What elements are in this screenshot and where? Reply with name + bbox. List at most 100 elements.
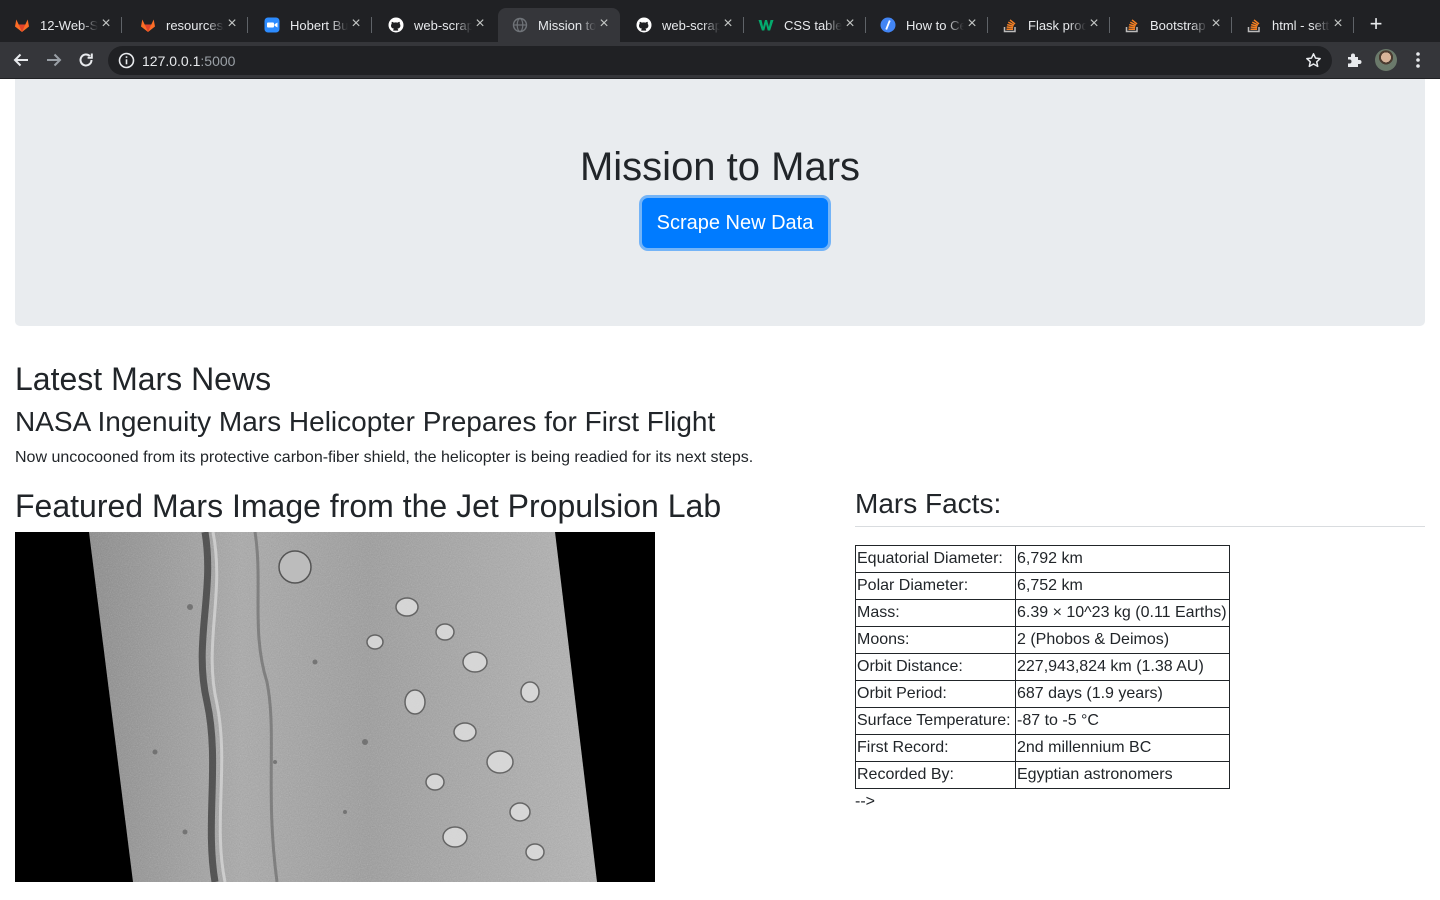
close-tab-icon[interactable]: × xyxy=(1208,16,1224,32)
tab-title: resources/ xyxy=(166,17,224,33)
browser-tab[interactable]: Flask prod × xyxy=(988,8,1110,42)
gitlab-icon xyxy=(140,17,156,33)
close-tab-icon[interactable]: × xyxy=(98,16,114,32)
scrape-new-data-button[interactable]: Scrape New Data xyxy=(642,198,828,248)
browser-tab[interactable]: 12-Web-Scraping× xyxy=(0,8,122,42)
facts-divider xyxy=(855,526,1425,527)
fact-label: Orbit Period: xyxy=(855,680,1016,708)
stackoverflow-icon xyxy=(1002,17,1018,33)
tab-title: Flask prod xyxy=(1028,17,1086,33)
fact-label: Recorded By: xyxy=(855,761,1016,789)
browser-tab[interactable]: web-scraping× xyxy=(374,8,496,42)
browser-tab[interactable]: resources/× xyxy=(126,8,248,42)
back-icon[interactable] xyxy=(9,48,33,72)
news-headline: NASA Ingenuity Mars Helicopter Prepares … xyxy=(15,406,716,437)
profile-avatar[interactable] xyxy=(1375,49,1397,71)
fact-value: 687 days (1.9 years) xyxy=(1015,680,1230,708)
featured-image-heading: Featured Mars Image from the Jet Propuls… xyxy=(15,488,722,524)
close-tab-icon[interactable]: × xyxy=(720,16,736,32)
fact-value: 6,752 km xyxy=(1015,572,1230,600)
fact-value: 6.39 × 10^23 kg (0.11 Earths) xyxy=(1015,599,1230,627)
address-bar[interactable]: 127.0.0.1:5000 xyxy=(108,46,1332,75)
fact-label: Equatorial Diameter: xyxy=(855,545,1016,573)
url-port: :5000 xyxy=(200,53,236,69)
tab-title: Mission to Mars xyxy=(538,17,596,33)
table-row: Moons: 2 (Phobos & Deimos) xyxy=(855,626,1230,654)
fact-label: First Record: xyxy=(855,734,1016,762)
tab-title: CSS table xyxy=(784,17,842,33)
url-text: 127.0.0.1:5000 xyxy=(142,53,235,69)
tab-strip: 12-Web-Scraping×resources/×Hobert Bu×web… xyxy=(0,0,1440,42)
tab-separator xyxy=(371,17,372,33)
github-icon xyxy=(636,17,652,33)
extensions-puzzle-icon[interactable] xyxy=(1344,51,1364,71)
reload-icon[interactable] xyxy=(74,48,98,72)
fact-label: Surface Temperature: xyxy=(855,707,1016,735)
w3schools-icon xyxy=(758,17,774,33)
fact-value: 2 (Phobos & Deimos) xyxy=(1015,626,1230,654)
mars-facts-table: Equatorial Diameter: 6,792 km Polar Diamet… xyxy=(855,545,1230,789)
tab-title: web-scraping xyxy=(414,17,472,33)
zoom-icon xyxy=(264,17,280,33)
browser-toolbar: 127.0.0.1:5000 xyxy=(0,42,1440,79)
close-tab-icon[interactable]: × xyxy=(348,16,364,32)
browser-tab[interactable]: How to Ce × xyxy=(866,8,988,42)
gitlab-icon xyxy=(14,17,30,33)
fact-value: 6,792 km xyxy=(1015,545,1230,573)
table-row: Orbit Period: 687 days (1.9 years) xyxy=(855,680,1230,708)
fact-value: 227,943,824 km (1.38 AU) xyxy=(1015,653,1230,681)
table-row: Mass: 6.39 × 10^23 kg (0.11 Earths) xyxy=(855,599,1230,627)
tab-separator xyxy=(247,17,248,33)
table-row: Surface Temperature: -87 to -5 °C xyxy=(855,707,1230,735)
stray-comment-text: --> xyxy=(855,793,875,810)
table-row: First Record: 2nd millennium BC xyxy=(855,734,1230,762)
browser-tab[interactable]: web-scraping× xyxy=(622,8,744,42)
fact-label: Moons: xyxy=(855,626,1016,654)
bookmark-star-icon[interactable] xyxy=(1305,52,1322,69)
fact-label: Polar Diameter: xyxy=(855,572,1016,600)
devsite-icon xyxy=(880,17,896,33)
browser-menu-icon[interactable] xyxy=(1410,50,1426,70)
latest-news-heading: Latest Mars News xyxy=(15,361,272,397)
tab-title: html - setti xyxy=(1272,17,1330,33)
tab-title: How to Ce xyxy=(906,17,964,33)
hero-jumbotron: Mission to Mars Scrape New Data xyxy=(15,79,1425,326)
featured-mars-image xyxy=(15,532,655,882)
table-row: Polar Diameter: 6,752 km xyxy=(855,572,1230,600)
tab-title: Hobert Bu xyxy=(290,17,348,33)
tab-title: Bootstrap xyxy=(1150,17,1206,33)
news-teaser: Now uncocooned from its protective carbo… xyxy=(15,449,754,466)
close-tab-icon[interactable]: × xyxy=(596,16,612,32)
browser-tab[interactable]: Bootstrap × xyxy=(1110,8,1232,42)
stackoverflow-icon xyxy=(1124,17,1140,33)
table-row: Orbit Distance: 227,943,824 km (1.38 AU) xyxy=(855,653,1230,681)
close-tab-icon[interactable]: × xyxy=(842,16,858,32)
close-tab-icon[interactable]: × xyxy=(472,16,488,32)
globe-icon xyxy=(512,17,528,33)
tab-title: 12-Web-Scraping xyxy=(40,17,98,33)
fact-value: 2nd millennium BC xyxy=(1015,734,1230,762)
fact-value: Egyptian astronomers xyxy=(1015,761,1230,789)
table-row: Recorded By: Egyptian astronomers xyxy=(855,761,1230,789)
close-tab-icon[interactable]: × xyxy=(1330,16,1346,32)
table-row: Equatorial Diameter: 6,792 km xyxy=(855,545,1230,573)
info-icon[interactable] xyxy=(118,52,135,69)
stackoverflow-icon xyxy=(1246,17,1262,33)
fact-label: Orbit Distance: xyxy=(855,653,1016,681)
fact-label: Mass: xyxy=(855,599,1016,627)
browser-tab[interactable]: html - setti × xyxy=(1232,8,1354,42)
browser-tab[interactable]: Hobert Bu × xyxy=(250,8,372,42)
browser-tab[interactable]: Mission to Mars× xyxy=(498,8,620,42)
close-tab-icon[interactable]: × xyxy=(1086,16,1102,32)
forward-icon[interactable] xyxy=(42,48,66,72)
close-tab-icon[interactable]: × xyxy=(224,16,240,32)
tab-separator xyxy=(1353,17,1354,33)
tab-separator xyxy=(121,17,122,33)
close-tab-icon[interactable]: × xyxy=(964,16,980,32)
browser-tab[interactable]: CSS table × xyxy=(744,8,866,42)
mars-facts-heading: Mars Facts: xyxy=(855,488,1002,519)
github-icon xyxy=(388,17,404,33)
page-content: Mission to Mars Scrape New Data Latest M… xyxy=(0,79,1440,900)
new-tab-button[interactable]: + xyxy=(1364,12,1388,36)
page-title: Mission to Mars xyxy=(579,145,861,189)
